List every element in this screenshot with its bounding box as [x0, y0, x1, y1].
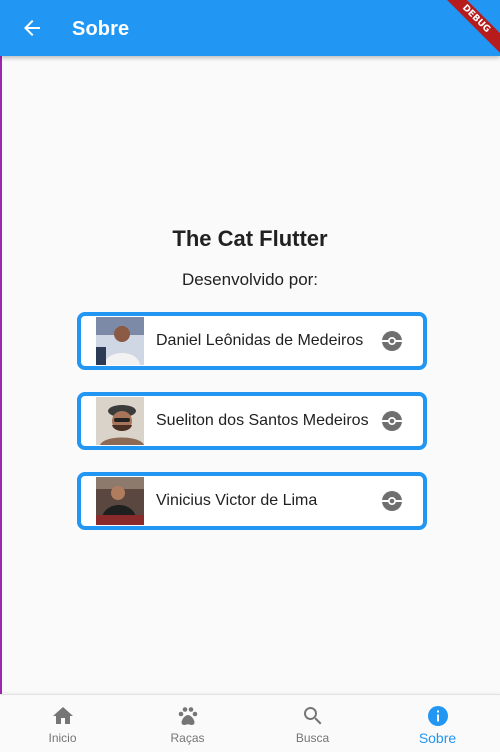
search-icon: [303, 707, 321, 725]
avatar: [96, 397, 144, 445]
nav-label: Inicio: [48, 731, 77, 745]
developer-card[interactable]: Sueliton dos Santos Medeiros: [77, 392, 427, 450]
info-icon: [427, 706, 448, 726]
debug-banner: DEBUG: [435, 0, 500, 60]
developed-by-label: Desenvolvido por:: [181, 270, 319, 289]
app-name-heading: The Cat Flutter: [172, 226, 328, 251]
nav-item-sobre[interactable]: Sobre: [375, 695, 500, 752]
developer-card[interactable]: Daniel Leônidas de Medeiros: [77, 312, 427, 370]
arrow-back-icon: [24, 20, 40, 36]
github-icon[interactable]: [379, 408, 405, 434]
back-button[interactable]: [8, 4, 56, 52]
github-icon[interactable]: [379, 488, 405, 514]
developer-name: Sueliton dos Santos Medeiros: [156, 412, 369, 429]
developer-name: Daniel Leônidas de Medeiros: [156, 332, 364, 349]
app-bar: Sobre DEBUG: [0, 0, 500, 60]
nav-label: Sobre: [418, 730, 457, 746]
avatar: [96, 317, 144, 365]
about-content: The Cat Flutter Desenvolvido por: Daniel…: [0, 56, 500, 694]
nav-label: Raças: [170, 731, 205, 745]
nav-item-racas[interactable]: Raças: [125, 695, 250, 752]
developer-name: Vinicius Victor de Lima: [156, 492, 318, 509]
nav-label: Busca: [295, 731, 330, 745]
paw-icon: [178, 707, 197, 725]
page-title: Sobre: [72, 18, 130, 40]
avatar: [96, 477, 144, 525]
github-icon[interactable]: [379, 328, 405, 354]
home-icon: [52, 707, 73, 724]
developer-card[interactable]: Vinicius Victor de Lima: [77, 472, 427, 530]
bottom-navigation: Inicio Raças Busca Sobre: [0, 694, 500, 752]
nav-item-inicio[interactable]: Inicio: [0, 695, 125, 752]
nav-item-busca[interactable]: Busca: [250, 695, 375, 752]
